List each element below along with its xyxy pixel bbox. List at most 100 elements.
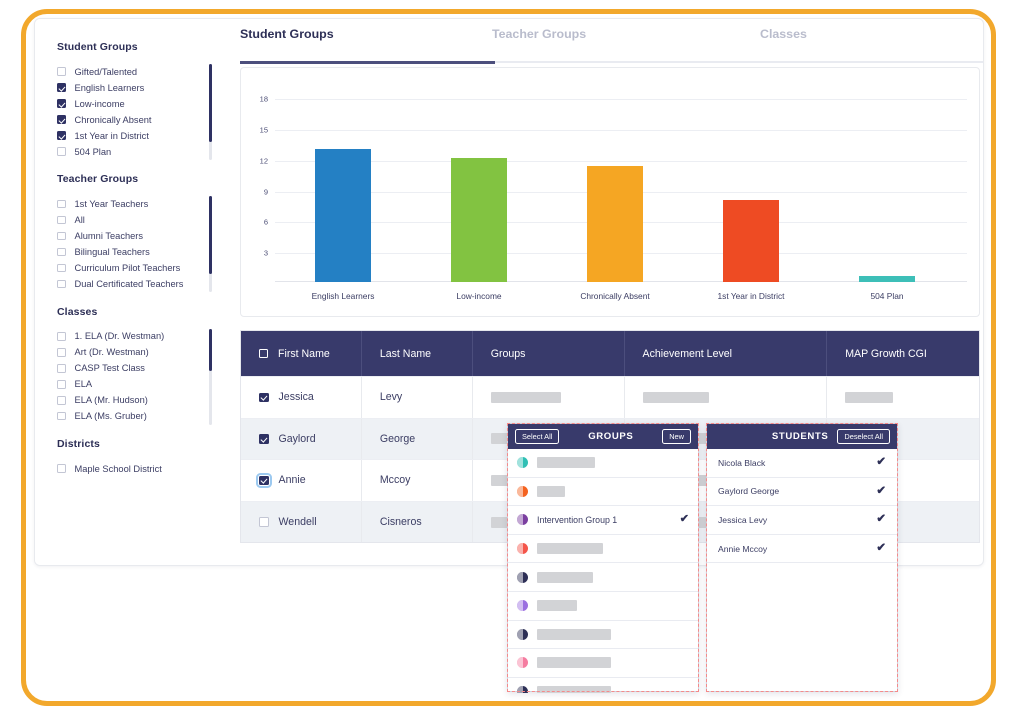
sidebar-item-checkbox[interactable] [57, 364, 66, 373]
sidebar-item-checkbox[interactable] [57, 115, 66, 124]
sidebar-item-low-income[interactable]: Low-income [57, 96, 208, 111]
sidebar-item-checkbox[interactable] [57, 464, 66, 473]
sidebar-item-casp-test-class[interactable]: CASP Test Class [57, 361, 208, 376]
chart-bar[interactable] [859, 275, 915, 282]
student-list-item[interactable]: Annie Mccoy ✔ [707, 535, 897, 564]
group-list-item[interactable] [508, 478, 698, 507]
sidebar-item-1-ela-dr-westman[interactable]: 1. ELA (Dr. Westman) [57, 329, 208, 344]
sidebar-item-checkbox[interactable] [57, 247, 66, 257]
student-name-label: Jessica Levy [718, 514, 768, 525]
sidebar-item-label: ELA [74, 379, 93, 390]
group-color-swatch-icon [517, 600, 528, 612]
sidebar-item-checkbox[interactable] [57, 396, 66, 405]
sidebar-item-curriculum-pilot-teachers[interactable]: Curriculum Pilot Teachers [57, 260, 208, 275]
sidebar-scrollbar-track[interactable] [209, 64, 212, 160]
chart-y-tick-label: 3 [263, 248, 268, 258]
sidebar-item-all[interactable]: All [57, 212, 208, 227]
row-select-checkbox[interactable] [259, 392, 269, 403]
sidebar-item-checkbox[interactable] [57, 348, 66, 357]
group-list-item[interactable] [508, 535, 698, 564]
sidebar-item-checkbox[interactable] [57, 411, 66, 421]
sidebar-item-checkbox[interactable] [57, 332, 66, 341]
sidebar-item-checkbox[interactable] [57, 67, 66, 76]
redacted-value [642, 391, 709, 403]
groups-panel: Select All GROUPS New Intervention Group… [507, 423, 699, 693]
group-list-item[interactable] [508, 449, 698, 478]
chart-plot-area: 3 6 9 12 15 18 English Learners Low-income Chron… [260, 84, 967, 301]
sidebar-item-checkbox[interactable] [57, 199, 66, 209]
group-list-item[interactable] [508, 678, 698, 693]
sidebar-section-list: Gifted/Talented English Learners Low-incom… [57, 64, 212, 160]
sidebar-item-checkbox[interactable] [57, 263, 66, 273]
sidebar-item-art-dr-westman[interactable]: Art (Dr. Westman) [57, 345, 208, 360]
group-list-item[interactable] [508, 592, 698, 621]
sidebar-item-checkbox[interactable] [57, 215, 66, 225]
group-color-swatch-icon [517, 457, 528, 469]
sidebar-item-bilingual-teachers[interactable]: Bilingual Teachers [57, 244, 208, 259]
sidebar-item-gifted-talented[interactable]: Gifted/Talented [57, 64, 208, 79]
check-icon: ✔ [876, 484, 886, 497]
row-select-checkbox[interactable] [259, 517, 269, 527]
chart-bar[interactable] [587, 166, 643, 282]
table-row[interactable]: Jessica Levy [241, 376, 979, 418]
table-cell-last-name: Levy [360, 377, 472, 418]
table-header-map-growth-cgi: MAP Growth CGI [826, 331, 979, 376]
sidebar-item-504-plan[interactable]: 504 Plan [57, 144, 208, 159]
sidebar-item-checkbox[interactable] [57, 147, 66, 156]
students-deselect-all-button[interactable]: Deselect All [837, 428, 890, 445]
group-list-item[interactable] [508, 621, 698, 650]
sidebar-item-alumni-teachers[interactable]: Alumni Teachers [57, 228, 208, 243]
sidebar-section-list: Maple School District [57, 461, 208, 476]
sidebar-scrollbar-track[interactable] [209, 328, 212, 425]
redacted-group-name [537, 657, 611, 669]
student-list-item[interactable]: Nicola Black ✔ [707, 449, 897, 478]
chart-bar[interactable] [723, 199, 779, 282]
chart-bar[interactable] [315, 148, 371, 282]
students-list[interactable]: Nicola Black ✔ Gaylord George ✔ Jessica Levy… [707, 449, 897, 693]
sidebar-section-title: Classes [57, 305, 98, 318]
sidebar-item-english-learners[interactable]: English Learners [57, 80, 208, 95]
select-all-rows-checkbox[interactable] [259, 349, 268, 358]
tab-teacher-groups[interactable]: Teacher Groups [492, 27, 586, 41]
groups-list[interactable]: Intervention Group 1 ✔ [508, 449, 698, 693]
sidebar-section-title: Teacher Groups [57, 173, 139, 186]
sidebar-item-ela-mr-hudson[interactable]: ELA (Mr. Hudson) [57, 393, 208, 408]
groups-new-button[interactable]: New [662, 428, 691, 445]
sidebar-item-1st-year-in-district[interactable]: 1st Year in District [57, 128, 208, 143]
sidebar-scrollbar-thumb[interactable] [209, 64, 212, 142]
row-select-checkbox[interactable] [256, 472, 272, 489]
sidebar-item-checkbox[interactable] [57, 83, 66, 92]
row-select-checkbox[interactable] [259, 434, 269, 444]
sidebar-scrollbar-thumb[interactable] [209, 196, 212, 275]
sidebar-item-1st-year-teachers[interactable]: 1st Year Teachers [57, 196, 208, 211]
sidebar-scrollbar-thumb[interactable] [209, 328, 212, 371]
sidebar-item-ela[interactable]: ELA [57, 377, 208, 392]
sidebar-item-chronically-absent[interactable]: Chronically Absent [57, 112, 208, 127]
sidebar-item-checkbox[interactable] [57, 380, 66, 389]
chart-x-tick-label: Low-income [456, 291, 502, 301]
student-list-item[interactable]: Jessica Levy ✔ [707, 506, 897, 535]
screenshot-root: Student Groups Gifted/Talented English Lea… [0, 0, 1018, 722]
sidebar-item-checkbox[interactable] [57, 279, 66, 289]
student-list-item[interactable]: Gaylord George ✔ [707, 478, 897, 507]
tab-student-groups[interactable]: Student Groups [240, 27, 334, 41]
tab-classes[interactable]: Classes [760, 27, 807, 41]
chart-bar[interactable] [451, 157, 507, 282]
groups-panel-header: Select All GROUPS New [508, 424, 698, 449]
sidebar-item-checkbox[interactable] [57, 99, 66, 108]
groups-select-all-button[interactable]: Select All [515, 428, 560, 445]
sidebar-scrollbar-track[interactable] [209, 196, 212, 293]
group-list-item[interactable] [508, 563, 698, 592]
group-list-item[interactable] [508, 649, 698, 678]
sidebar-item-checkbox[interactable] [57, 131, 66, 140]
frame-inner: Student Groups Gifted/Talented English Lea… [26, 14, 991, 701]
sidebar-item-checkbox[interactable] [57, 231, 66, 241]
sidebar-item-label: 1. ELA (Dr. Westman) [74, 331, 165, 342]
sidebar-item-dual-certificated-teachers[interactable]: Dual Certificated Teachers [57, 276, 208, 291]
sidebar-section-list: 1. ELA (Dr. Westman) Art (Dr. Westman) CAS… [57, 328, 212, 425]
sidebar-item-maple-school-district[interactable]: Maple School District [57, 461, 208, 476]
chart-x-tick-label: 1st Year in District [717, 291, 785, 301]
sidebar-item-ela-ms-gruber[interactable]: ELA (Ms. Gruber) [57, 409, 208, 424]
tab-underline-active [240, 61, 495, 64]
group-list-item[interactable]: Intervention Group 1 ✔ [508, 506, 698, 535]
